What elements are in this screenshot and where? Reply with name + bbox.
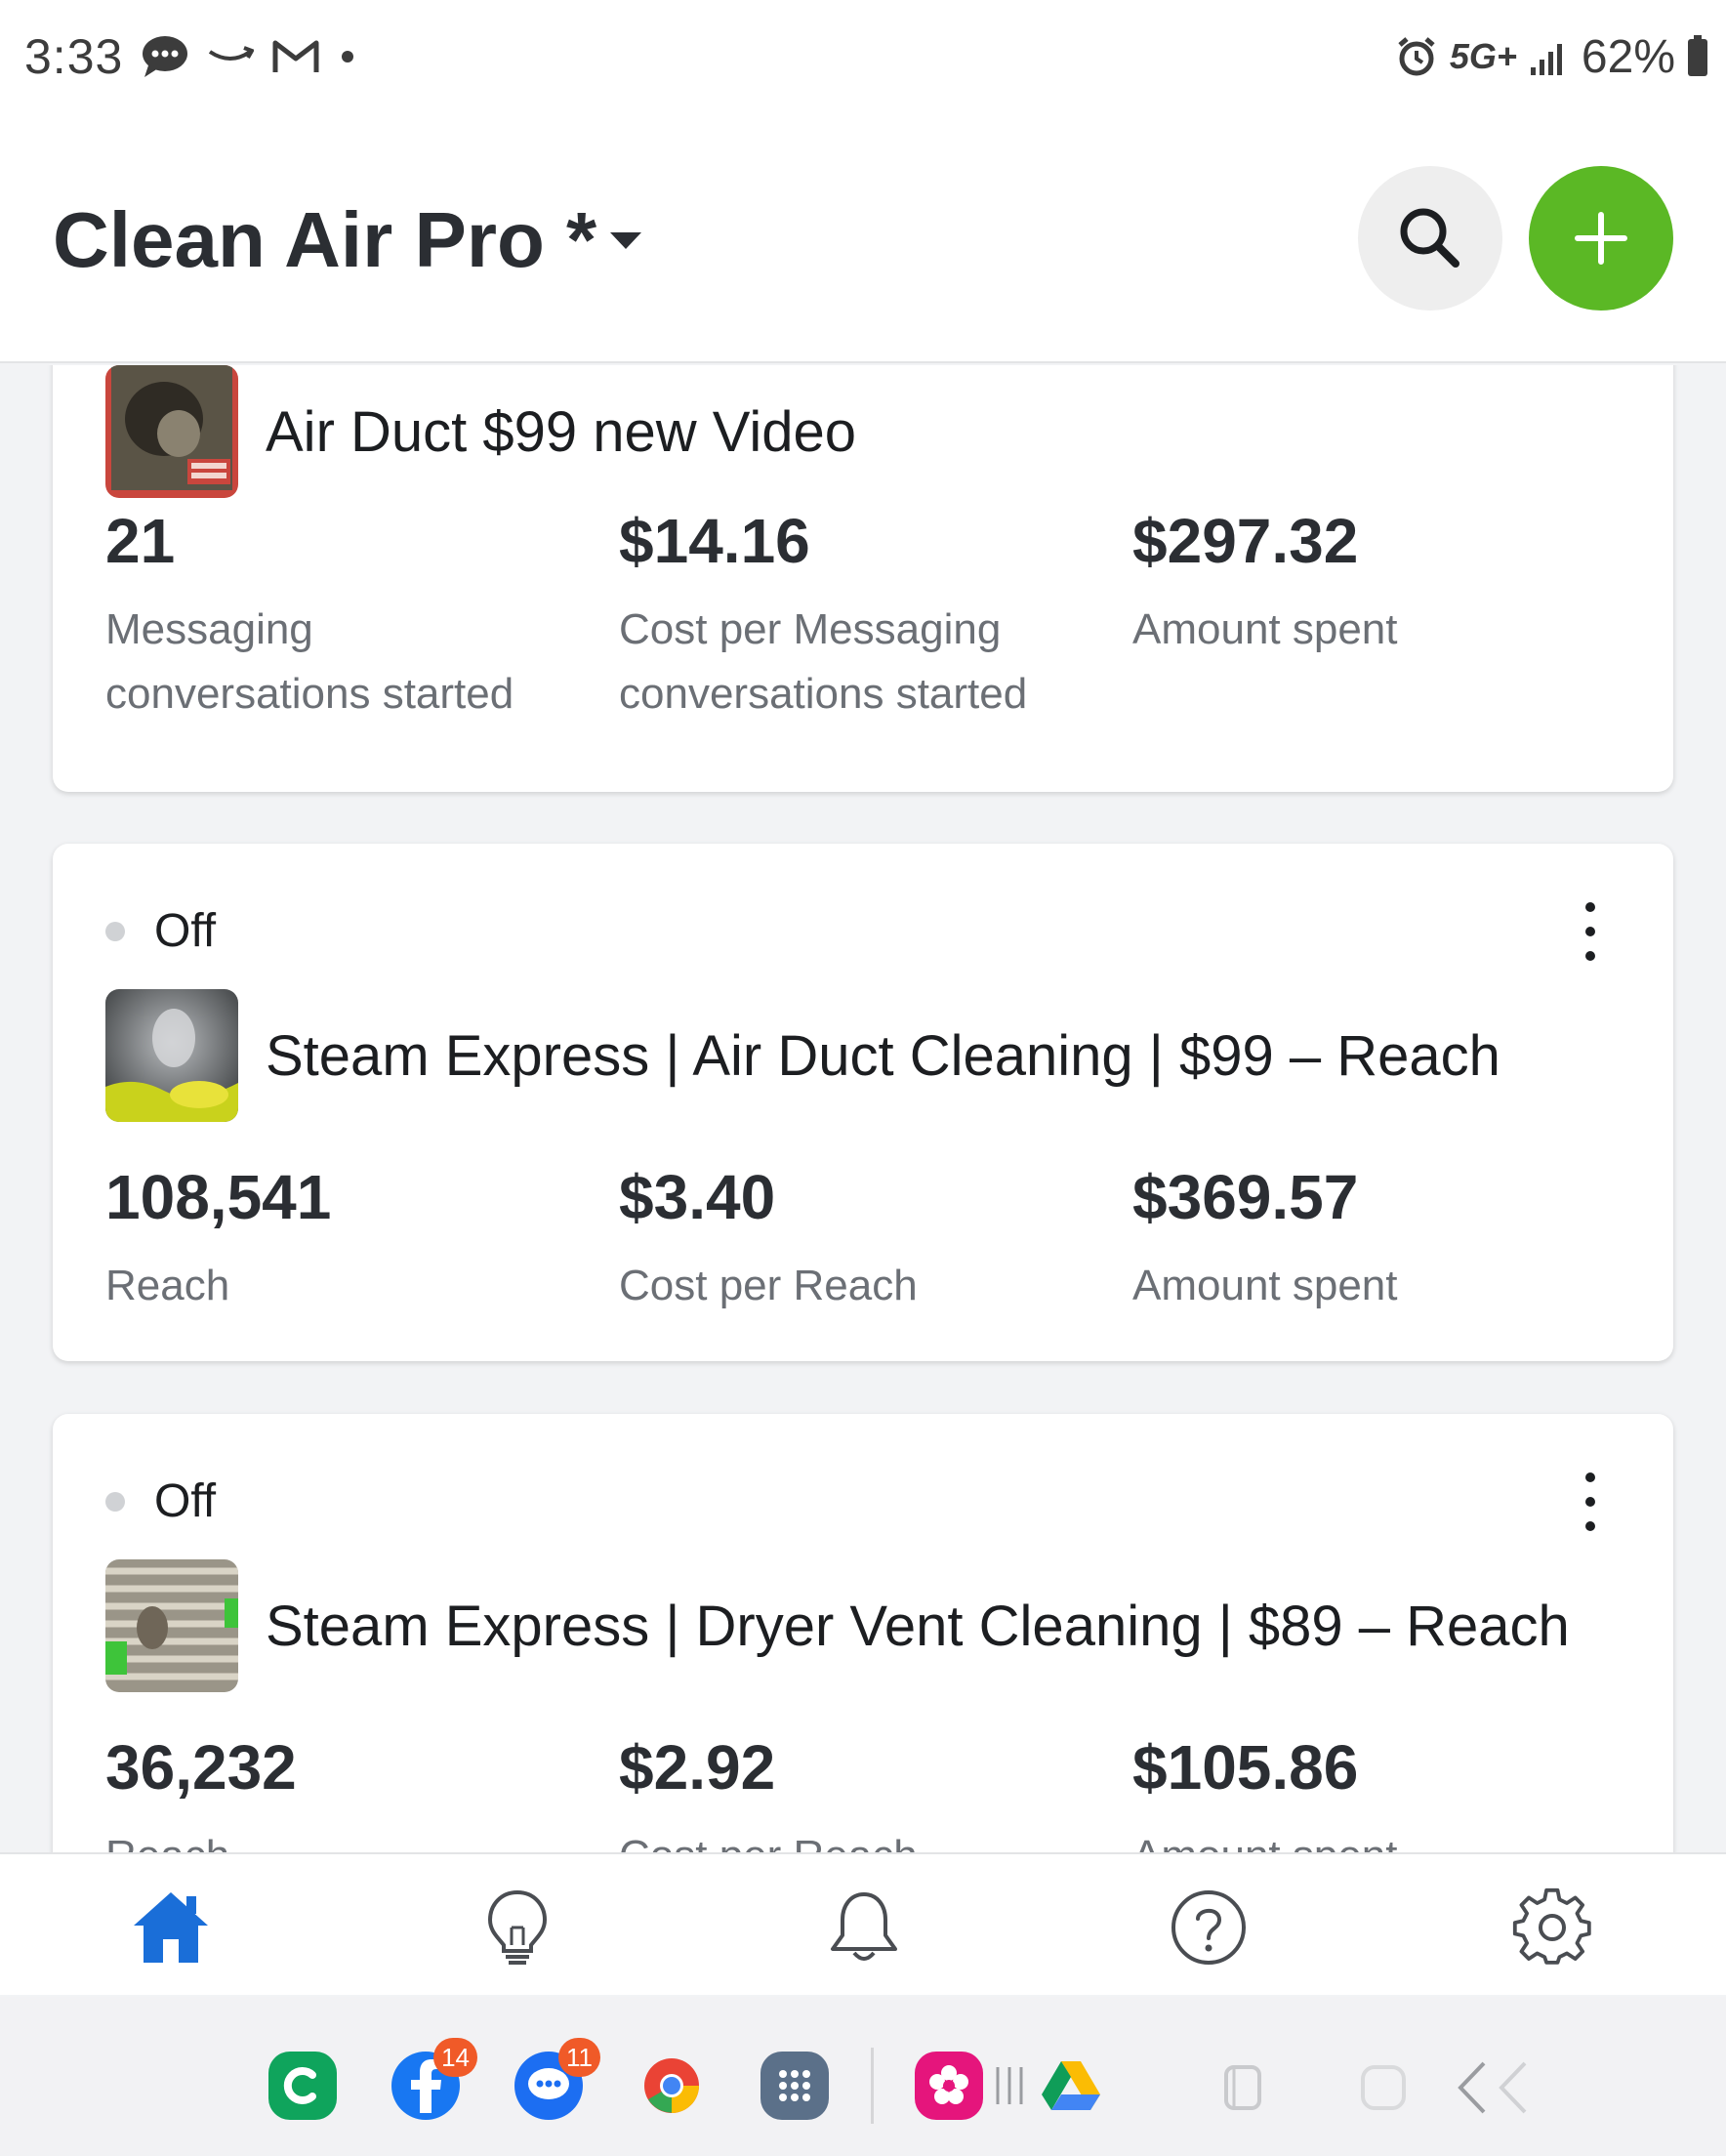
google-drive-icon[interactable]: [1037, 2052, 1105, 2120]
search-button[interactable]: [1358, 166, 1502, 311]
settings-icon: [1512, 1887, 1591, 1965]
metric: $297.32 Amount spent: [1132, 510, 1646, 726]
status-bar: 3:33 5G+ 62%: [0, 0, 1726, 113]
metric-label: Reach: [105, 1824, 619, 1852]
c-app-icon[interactable]: [268, 2052, 337, 2120]
home-square-icon: [1361, 2065, 1406, 2110]
metric-value: $14.16: [619, 506, 810, 576]
metric-value: $369.57: [1132, 1162, 1359, 1232]
more-icon-dot: [1585, 951, 1595, 961]
metric-label: Amount spent: [1132, 605, 1398, 653]
metric-value: 36,232: [105, 1732, 297, 1803]
recents-button[interactable]: [1218, 2063, 1267, 2112]
status-label: Off: [154, 905, 217, 957]
gmail-icon: [271, 37, 320, 76]
more-icon-dot: [1585, 1497, 1595, 1507]
metric-label: Cost per Reach: [619, 1262, 918, 1309]
metric: $14.16 Cost per Messaging conversations …: [619, 510, 1132, 726]
messages-badge: 11: [558, 2038, 600, 2077]
bottom-nav: [0, 1852, 1726, 1995]
ad-card[interactable]: Off Steam Express | Dryer Vent Cleaning …: [53, 1414, 1673, 1852]
more-options-button[interactable]: [1576, 902, 1605, 961]
ad-thumbnail: [105, 1559, 238, 1692]
ad-card[interactable]: Off Steam Express | Air Duct Cleaning | …: [53, 844, 1673, 1361]
home-icon: [134, 1892, 208, 1963]
home-button[interactable]: [1359, 2063, 1408, 2112]
app-drawer-icon[interactable]: [760, 2052, 829, 2120]
metric: 36,232 Reach: [105, 1736, 619, 1852]
battery-percent: 62%: [1581, 30, 1675, 83]
messages-icon[interactable]: 11: [514, 2038, 600, 2120]
metric-label: Amount spent: [1132, 1262, 1398, 1309]
recents-icon: [1224, 2065, 1261, 2110]
status-label: Off: [154, 1475, 217, 1527]
facebook-badge: 14: [433, 2038, 477, 2077]
more-options-button[interactable]: [1576, 1472, 1605, 1531]
metric: $3.40 Cost per Reach: [619, 1166, 1132, 1318]
more-icon-dot: [1585, 1521, 1595, 1531]
metric-value: 21: [105, 506, 176, 576]
add-button[interactable]: [1529, 166, 1673, 311]
facebook-icon[interactable]: 14: [391, 2038, 477, 2120]
metric-label: Messaging conversations started: [105, 605, 514, 718]
lightbulb-icon: [487, 1889, 548, 1965]
dot-icon: [338, 47, 357, 66]
metric-value: $105.86: [1132, 1732, 1359, 1803]
help-icon: [1171, 1890, 1246, 1965]
metric-value: $2.92: [619, 1732, 776, 1803]
search-icon: [1400, 208, 1459, 268]
back-icon: [1458, 2061, 1527, 2114]
metric-value: $3.40: [619, 1162, 776, 1232]
flower-app-icon[interactable]: [915, 2052, 983, 2120]
plus-icon: [1575, 212, 1627, 265]
ad-name: Steam Express | Air Duct Cleaning | $99 …: [266, 1023, 1500, 1088]
metric: $369.57 Amount spent: [1132, 1166, 1646, 1318]
ad-name: Air Duct $99 new Video: [266, 399, 857, 464]
signal-icon: [1529, 36, 1570, 77]
account-name: Clean Air Pro *: [53, 196, 597, 283]
metric-label: Cost per Reach: [619, 1824, 1132, 1852]
more-icon-dot: [1585, 902, 1595, 912]
ads-list: Air Duct $99 new Video 21 Messaging conv…: [0, 365, 1726, 1852]
nav-help[interactable]: [1165, 1884, 1253, 1971]
status-dot-icon: [105, 1491, 125, 1512]
battery-icon: [1687, 35, 1708, 78]
chevron-down-icon: [610, 231, 642, 249]
bell-icon: [831, 1892, 897, 1961]
nav-home[interactable]: [127, 1884, 215, 1971]
ad-thumbnail: [105, 365, 238, 498]
ad-thumbnail: [105, 989, 238, 1122]
network-type: 5G+: [1449, 36, 1517, 76]
metric: 21 Messaging conversations started: [105, 510, 619, 726]
amazon-icon: [207, 42, 255, 71]
metric-label: Cost per Messaging conversations started: [619, 605, 1028, 718]
ad-status: Off: [105, 904, 216, 958]
more-icon-dot: [1585, 927, 1595, 936]
system-dock: 14 11: [0, 1997, 1726, 2156]
nav-settings[interactable]: [1508, 1884, 1596, 1971]
account-selector[interactable]: Clean Air Pro *: [53, 195, 642, 285]
metric: 108,541 Reach: [105, 1166, 619, 1318]
metric: $2.92 Cost per Reach: [619, 1736, 1132, 1852]
dock-divider: [871, 2048, 874, 2124]
metric-value: $297.32: [1132, 506, 1359, 576]
alarm-icon: [1395, 35, 1438, 78]
back-button[interactable]: [1455, 2059, 1533, 2116]
metric-label: Amount spent: [1132, 1824, 1646, 1852]
nav-insights[interactable]: [473, 1884, 561, 1971]
chrome-icon[interactable]: [637, 2052, 706, 2120]
more-icon-dot: [1585, 1472, 1595, 1482]
metric: $105.86 Amount spent: [1132, 1736, 1646, 1852]
metric-value: 108,541: [105, 1162, 332, 1232]
status-dot-icon: [105, 921, 125, 941]
status-time: 3:33: [24, 29, 124, 84]
app-header: Clean Air Pro *: [0, 113, 1726, 363]
chat-bubble-icon: [141, 34, 189, 79]
metric-label: Reach: [105, 1262, 230, 1309]
nav-notifications[interactable]: [820, 1884, 908, 1971]
ad-status: Off: [105, 1474, 216, 1528]
recents-stack-icon: [994, 2065, 1033, 2106]
ad-name: Steam Express | Dryer Vent Cleaning | $8…: [266, 1594, 1570, 1658]
ad-card[interactable]: Air Duct $99 new Video 21 Messaging conv…: [53, 365, 1673, 792]
